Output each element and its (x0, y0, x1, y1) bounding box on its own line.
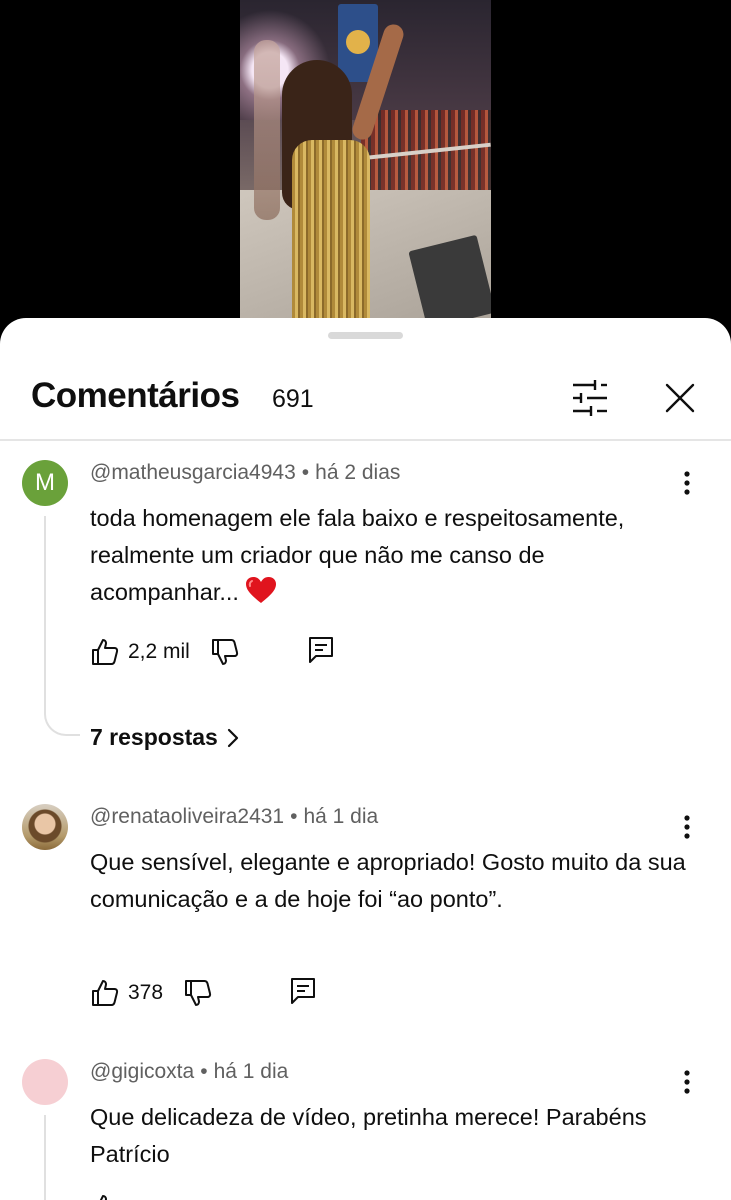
sheet-title: Comentários (31, 376, 240, 415)
more-vert-icon (684, 1070, 690, 1094)
comment-text-body: toda homenagem ele fala baixo e respeito… (90, 505, 625, 605)
video-player[interactable] (0, 0, 731, 330)
comments-sheet: Comentários 691 M @matheusgarcia4943 • h… (0, 318, 731, 1200)
comment-time: há 1 dia (213, 1060, 289, 1083)
comment-meta: @renataoliveira2431 • há 1 dia (90, 805, 378, 829)
comment-author[interactable]: @renataoliveira2431 (90, 805, 284, 828)
sliders-icon (573, 380, 607, 416)
header-divider (0, 439, 731, 441)
comment-count: 691 (272, 385, 314, 413)
avatar[interactable] (22, 804, 68, 850)
video-frame[interactable] (240, 0, 491, 330)
comment-meta: @matheusgarcia4943 • há 2 dias (90, 461, 400, 485)
like-count: 2,2 mil (128, 640, 190, 663)
heart-emoji-icon (246, 577, 277, 603)
filter-button[interactable] (566, 374, 614, 422)
comment-text: toda homenagem ele fala baixo e respeito… (90, 500, 690, 611)
comment-meta: @gigicoxta • há 1 dia (90, 1060, 288, 1084)
like-icon[interactable] (90, 978, 120, 1008)
comment-actions: 2,2 mil (90, 635, 240, 669)
comment-text: Que delicadeza de vídeo, pretinha merece… (90, 1104, 647, 1167)
video-performer-dress (292, 140, 370, 330)
sheet-header: Comentários 691 (0, 360, 731, 440)
meta-separator: • (290, 805, 298, 828)
replies-label: 7 respostas (90, 724, 218, 750)
meta-separator: • (301, 461, 310, 484)
more-vert-icon (684, 471, 690, 495)
like-icon[interactable] (90, 1193, 120, 1200)
comment-author[interactable]: @matheusgarcia4943 (90, 461, 296, 484)
more-options-button[interactable] (670, 810, 704, 844)
drag-handle[interactable] (328, 332, 403, 339)
comment-actions: 378 (90, 976, 213, 1010)
reply-icon[interactable] (306, 635, 336, 665)
more-vert-icon (684, 815, 690, 839)
more-options-button[interactable] (670, 466, 704, 500)
comment-item: M @matheusgarcia4943 • há 2 dias toda home… (0, 460, 731, 760)
more-options-button[interactable] (670, 1065, 704, 1099)
comment-text: Que sensível, elegante e apropriado! Gos… (90, 849, 686, 912)
thread-line (44, 516, 80, 736)
dislike-icon[interactable] (183, 978, 213, 1008)
meta-separator: • (200, 1060, 208, 1083)
avatar[interactable] (22, 1059, 68, 1105)
like-icon[interactable] (90, 637, 120, 667)
close-button[interactable] (656, 374, 704, 422)
avatar[interactable]: M (22, 460, 68, 506)
comment-item: @renataoliveira2431 • há 1 dia Que sensíve… (0, 804, 731, 1014)
view-replies-button[interactable]: 7 respostas (90, 724, 240, 751)
thread-line (44, 1115, 80, 1200)
reply-icon[interactable] (288, 976, 318, 1006)
comment-item: @gigicoxta • há 1 dia Que delicadeza de ví… (0, 1059, 731, 1200)
like-count: 378 (128, 981, 164, 1004)
comment-author[interactable]: @gigicoxta (90, 1060, 194, 1083)
comment-time: há 1 dia (303, 805, 379, 828)
dislike-icon[interactable] (210, 637, 240, 667)
comment-actions (90, 1191, 120, 1200)
close-icon (665, 383, 695, 413)
chevron-right-icon (227, 728, 238, 747)
video-background-person (254, 40, 280, 220)
comment-time: há 2 dias (315, 461, 401, 484)
